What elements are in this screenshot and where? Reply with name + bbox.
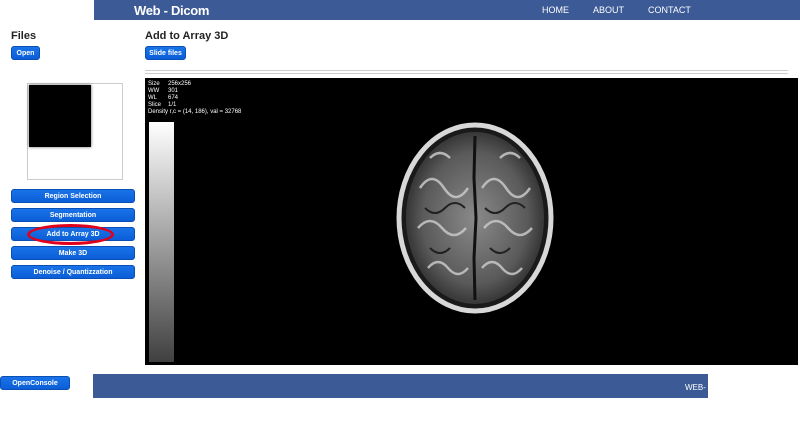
denoise-quantization-button[interactable]: Denoise / Quantizzation [11,265,135,279]
nav-links: HOME ABOUT CONTACT [542,5,715,15]
nav-contact-link[interactable]: CONTACT [648,5,691,15]
top-navbar: Web - Dicom HOME ABOUT CONTACT [94,0,800,20]
add-to-array-3d-button[interactable]: Add to Array 3D [11,227,135,241]
thumbnail-frame [27,83,123,180]
divider [145,70,788,71]
nav-home-link[interactable]: HOME [542,5,569,15]
open-console-button[interactable]: OpenConsole [0,376,70,390]
density-readout: Density r,c = (14, 186), val = 32768 [148,109,242,115]
open-button[interactable]: Open [11,46,40,60]
make-3d-button[interactable]: Make 3D [11,246,135,260]
nav-about-link[interactable]: ABOUT [593,5,624,15]
info-key: WL [148,95,157,101]
region-selection-button[interactable]: Region Selection [11,189,135,203]
page-title: Add to Array 3D [145,30,229,42]
divider [145,73,788,74]
info-key: WW [148,88,160,94]
info-value: 301 [168,88,179,94]
grayscale-colorbar [149,122,174,362]
brain-scan-image [396,122,554,314]
info-key: Slice [148,102,162,108]
image-info-overlay: Size 256x256 WW 301 WL 674 Slice 1/1 Density… [148,81,241,116]
segmentation-button[interactable]: Segmentation [11,208,135,222]
footer-text: WEB- [685,383,706,392]
brand-logo[interactable]: Web - Dicom [134,3,210,18]
info-key: Size [148,81,160,87]
thumbnail-image[interactable] [29,85,91,147]
slide-files-button[interactable]: Slide files [145,46,186,60]
info-value: 1/1 [168,102,177,108]
dicom-viewer[interactable]: Size 256x256 WW 301 WL 674 Slice 1/1 Density… [145,78,798,365]
info-value: 256x256 [168,81,192,87]
footer-bar: WEB- [93,374,708,398]
files-heading: Files [11,30,37,42]
info-value: 674 [168,95,179,101]
